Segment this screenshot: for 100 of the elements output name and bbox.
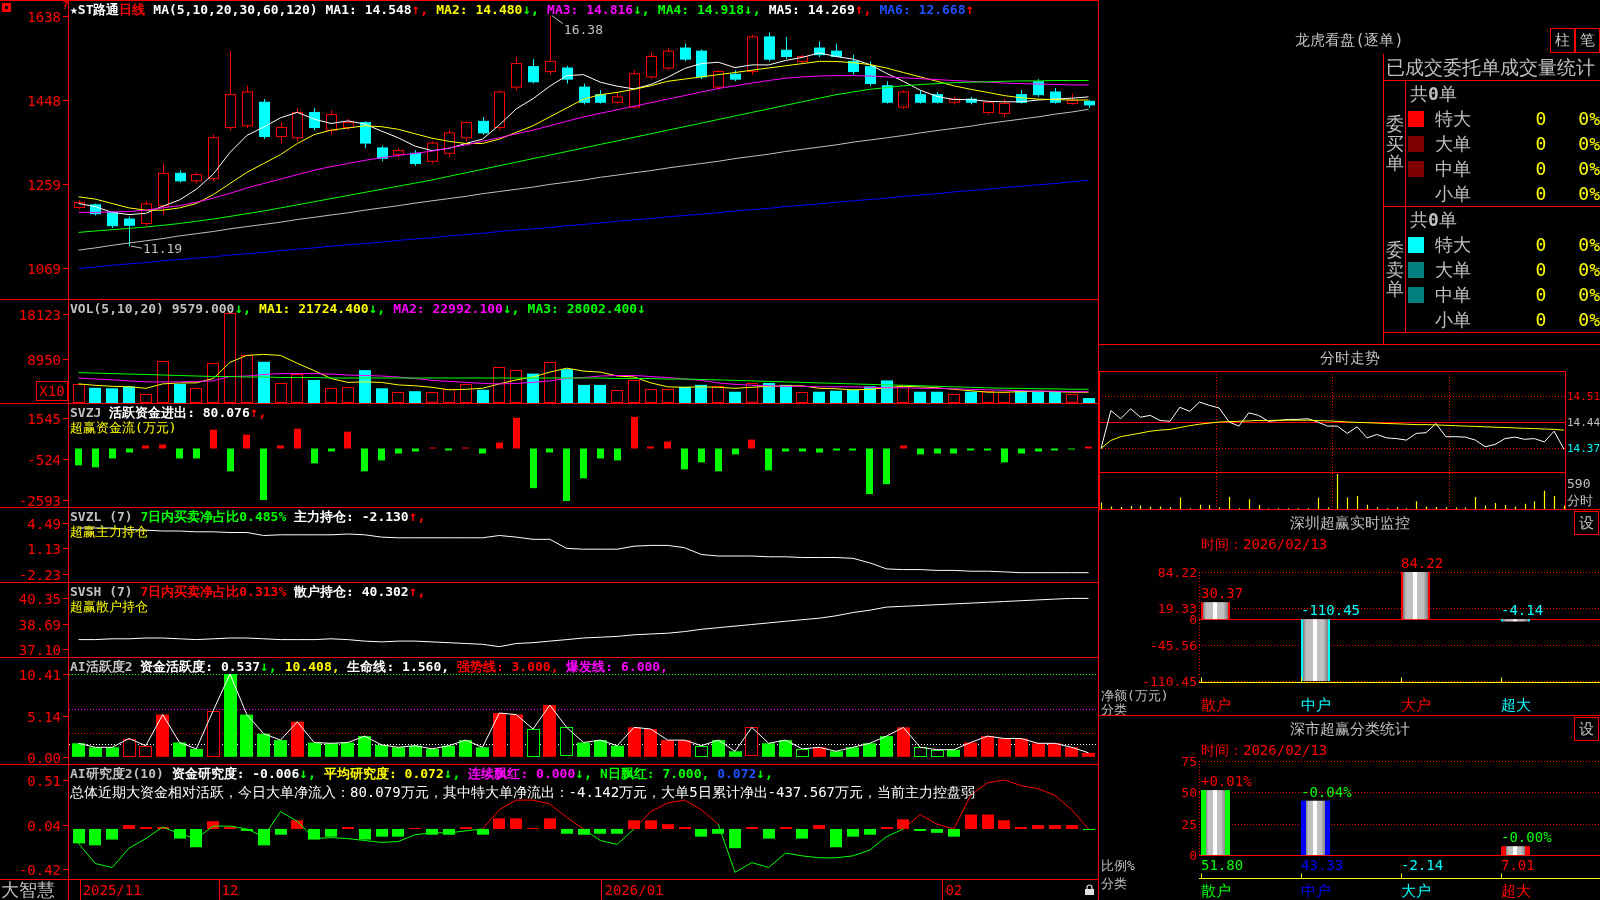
candle — [595, 89, 606, 105]
panel-title: 深市超赢分类统计 — [1288, 719, 1411, 740]
fund-flow-bar — [142, 445, 149, 449]
volume-bar — [477, 389, 489, 403]
fund-flow-bar — [799, 448, 806, 452]
fund-flow-bar — [1018, 448, 1025, 454]
chart-mode-button[interactable]: 柱 — [1550, 28, 1575, 53]
trend-arrow: ↑, — [408, 583, 426, 599]
period-label: 日线 — [119, 2, 146, 17]
value-label: -110.45 — [1301, 602, 1360, 619]
volume-bar — [376, 388, 388, 403]
activity-bar — [240, 714, 253, 757]
activity-bar — [577, 742, 590, 757]
category-label: 散户 — [1201, 696, 1231, 714]
candle — [309, 107, 320, 131]
fund-flow-bar — [950, 448, 957, 454]
candle — [696, 48, 707, 80]
activity-bar — [846, 747, 859, 757]
candle — [646, 51, 657, 80]
fund-flow-bar — [328, 448, 335, 452]
settings-button[interactable]: 设 — [1574, 511, 1599, 535]
axis-label: 0.04 — [27, 817, 61, 834]
axis-label: 0.51 — [27, 772, 61, 789]
order-size-label: 大单 — [1434, 258, 1472, 281]
legend-item: 资金研究度: -0.006 — [171, 766, 300, 781]
panel-title: 深圳超赢实时监控 — [1288, 513, 1411, 534]
research-bar — [948, 828, 960, 837]
legend-item: AI活跃度2 — [70, 659, 133, 674]
order-size-label: 中单 — [1434, 283, 1472, 306]
fund-flow-bar — [631, 416, 638, 449]
fund-flow-bar — [92, 448, 99, 468]
volume-bar — [106, 388, 118, 403]
fund-flow-bar — [412, 448, 419, 452]
axis-label: 50 — [1181, 785, 1197, 800]
research-bar — [628, 820, 640, 829]
axis-label: -0.42 — [18, 861, 61, 878]
order-share-value: 0% — [1577, 157, 1600, 180]
candle — [915, 89, 926, 105]
activity-bar — [611, 745, 624, 757]
price-annotation: 11.19 — [130, 240, 183, 256]
group-label: 委买单 — [1384, 81, 1406, 206]
volume-bar — [578, 384, 590, 403]
fund-flow-bar — [681, 448, 688, 470]
legend-item: MA1: 21724.400 — [259, 301, 369, 316]
activity-bar — [543, 705, 556, 757]
legend-item: SVZL (7) — [70, 509, 133, 524]
axis-label: 38.69 — [18, 616, 61, 633]
activity-bar — [931, 750, 944, 757]
candle — [680, 43, 691, 62]
axis-label: 10.41 — [18, 666, 61, 683]
candle — [999, 98, 1010, 118]
candle — [141, 200, 152, 227]
axis-label: 1638 — [27, 8, 61, 25]
candle — [124, 216, 135, 247]
volume-bar — [258, 361, 270, 403]
chart-mode-button[interactable]: 笔 — [1575, 28, 1600, 53]
activity-bar — [459, 740, 472, 757]
time-label: 时间：2026/02/13 — [1201, 742, 1328, 758]
order-share-value: 0% — [1577, 308, 1600, 331]
research-bar — [106, 828, 118, 840]
trend-arrow: ↓, — [522, 1, 540, 17]
settings-button[interactable]: 设 — [1574, 717, 1599, 741]
activity-bar — [779, 740, 792, 757]
value-label: -2.14 — [1401, 857, 1444, 873]
annotation: 16.38 — [563, 22, 603, 38]
activity-bar — [89, 747, 102, 757]
axis-label: 40.35 — [18, 590, 61, 607]
candle — [175, 169, 186, 184]
activity-bar — [1065, 747, 1078, 757]
fund-flow-bar — [176, 448, 183, 459]
axis-label: 0 — [1189, 848, 1197, 863]
candle — [377, 145, 388, 162]
research-bar — [645, 820, 657, 829]
research-bar — [325, 828, 337, 837]
candle — [343, 118, 354, 131]
axis-label: 4.49 — [27, 515, 61, 532]
activity-bar — [712, 740, 725, 757]
research-bar — [763, 828, 775, 839]
candle — [949, 96, 960, 105]
axis-label: 14.44 — [1567, 416, 1600, 429]
trend-arrow: ↓, — [368, 300, 386, 316]
legend-item: AI研究度2(10) — [70, 766, 164, 781]
research-bar — [426, 828, 438, 835]
activity-bar — [291, 721, 304, 757]
legend-item: 生命线: 1.560, — [347, 659, 450, 674]
research-bar — [477, 828, 489, 835]
activity-bar — [190, 748, 203, 757]
axis-title: 比例% — [1101, 857, 1135, 873]
order-count-value: 0 — [1534, 258, 1548, 281]
axis-label: 84.22 — [1157, 565, 1197, 580]
fund-flow-bar — [530, 448, 537, 489]
activity-bar — [644, 728, 657, 757]
trend-arrow: ↑, — [408, 508, 426, 524]
candle — [242, 85, 253, 129]
fund-flow-bar — [109, 448, 116, 459]
candle — [730, 69, 741, 82]
trend-arrow: ↓, — [502, 300, 520, 316]
fund-flow-bar — [984, 448, 991, 451]
trend-arrow: ↑, — [411, 1, 429, 17]
axis-label: 1069 — [27, 260, 61, 277]
